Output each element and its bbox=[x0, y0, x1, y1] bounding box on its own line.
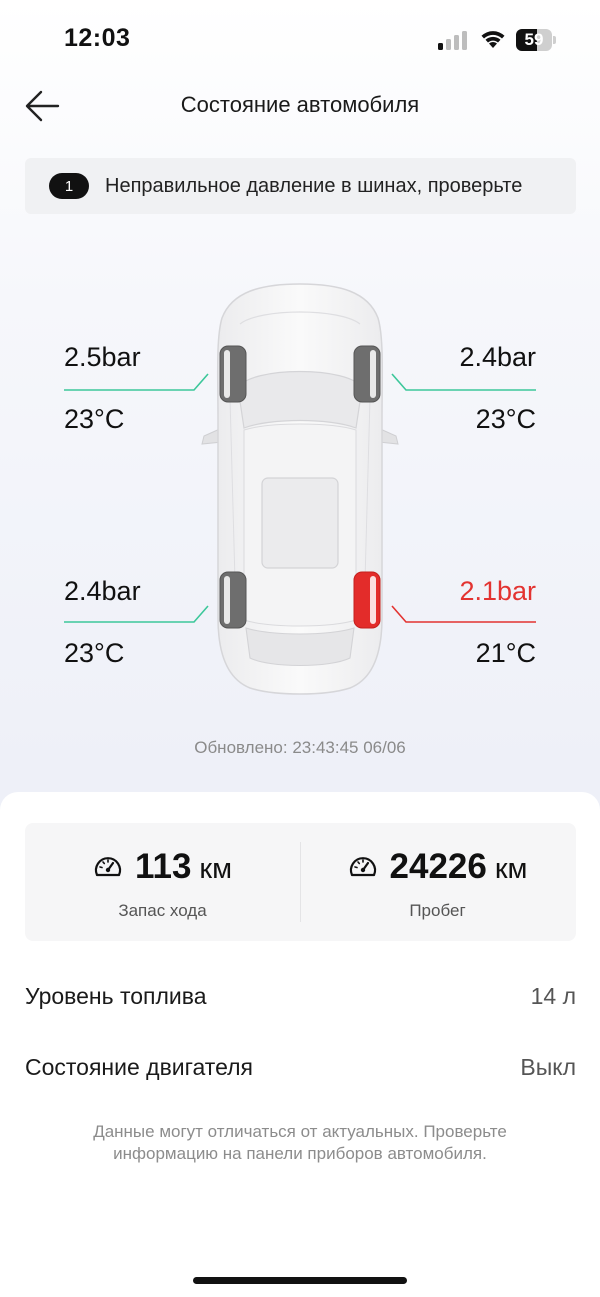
front-right-leader-line bbox=[391, 373, 536, 391]
fuel-level-row: Уровень топлива 14 л bbox=[25, 976, 576, 1016]
front-left-temperature: 23°C bbox=[64, 404, 125, 434]
fuel-level-value: 14 л bbox=[530, 982, 576, 1009]
odometer-label: Пробег bbox=[409, 901, 466, 920]
rear-right-leader-line bbox=[391, 605, 536, 623]
range-label: Запас хода bbox=[118, 901, 207, 920]
fuel-level-label: Уровень топлива bbox=[25, 982, 207, 1009]
tire-pressure-alert-banner[interactable]: 1 Неправильное давление в шинах, проверь… bbox=[25, 158, 576, 214]
rear-right-pressure: 2.1bar bbox=[459, 576, 536, 606]
rear-left-temperature: 23°C bbox=[64, 638, 125, 668]
battery-level: 59 bbox=[524, 30, 544, 49]
front-right-temperature: 23°C bbox=[475, 404, 536, 434]
range-value: 113 bbox=[134, 847, 192, 886]
engine-status-row: Состояние двигателя Выкл bbox=[25, 1047, 576, 1087]
rear-right-temperature: 21°C bbox=[475, 638, 536, 668]
cellular-signal-icon bbox=[438, 31, 467, 50]
rear-left-pressure: 2.4bar bbox=[64, 576, 141, 606]
odometer-unit: км bbox=[494, 853, 528, 885]
battery-icon: 59 bbox=[516, 29, 556, 51]
wifi-icon bbox=[481, 31, 505, 48]
data-disclaimer: Данные могут отличаться от актуальных. П… bbox=[93, 1122, 507, 1163]
last-updated-text: Обновлено: 23:43:45 06/06 bbox=[194, 738, 406, 757]
speedometer-icon bbox=[94, 857, 122, 877]
front-right-pressure: 2.4bar bbox=[459, 342, 536, 372]
front-left-leader-line bbox=[64, 373, 209, 391]
speedometer-icon bbox=[349, 857, 376, 877]
status-time: 12:03 bbox=[64, 24, 131, 52]
stats-divider bbox=[300, 842, 301, 922]
tire-rear-left bbox=[219, 571, 247, 629]
range-unit: км bbox=[199, 853, 233, 885]
tire-front-right bbox=[353, 345, 381, 403]
rear-left-leader-line bbox=[64, 605, 209, 623]
odometer-stat: 24226 км Пробег bbox=[300, 823, 575, 941]
engine-status-value: Выкл bbox=[520, 1053, 576, 1080]
status-bar: 12:03 59 bbox=[0, 0, 600, 80]
range-stat: 113 км Запас хода bbox=[25, 823, 300, 941]
alert-message: Неправильное давление в шинах, проверьте bbox=[105, 174, 523, 197]
engine-status-label: Состояние двигателя bbox=[25, 1053, 253, 1080]
front-left-pressure: 2.5bar bbox=[64, 342, 141, 372]
odometer-value: 24226 bbox=[389, 847, 487, 886]
alert-count-badge: 1 bbox=[49, 173, 89, 199]
home-indicator[interactable] bbox=[193, 1277, 407, 1284]
tire-rear-right bbox=[353, 571, 381, 629]
car-top-view-illustration bbox=[201, 283, 399, 695]
tire-front-left bbox=[219, 345, 247, 403]
page-title: Состояние автомобиля bbox=[180, 92, 420, 117]
